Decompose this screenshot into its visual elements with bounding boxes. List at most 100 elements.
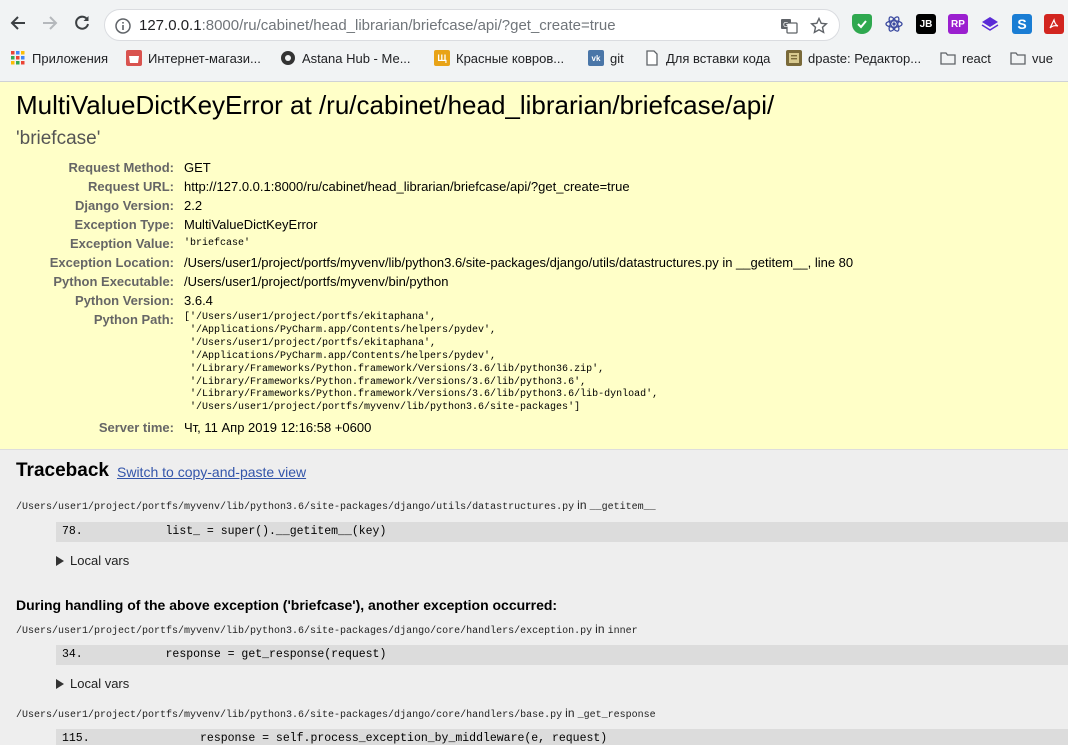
bookmark-label: git bbox=[610, 50, 624, 66]
triangle-right-icon bbox=[56, 678, 64, 689]
browser-toolbar: 127.0.0.1:8000/ru/cabinet/head_librarian… bbox=[0, 0, 1068, 46]
meta-row-exception-value: Exception Value: 'briefcase' bbox=[0, 236, 1068, 255]
frame-in-word: in bbox=[595, 622, 605, 636]
meta-row-exception-type: Exception Type: MultiValueDictKeyError bbox=[0, 217, 1068, 236]
python-path-list: ['/Users/user1/project/portfs/ekitaphana… bbox=[184, 312, 659, 414]
bookmark-dpaste[interactable]: dpaste: Редактор... bbox=[786, 49, 921, 67]
frame-path: /Users/user1/project/portfs/myvenv/lib/p… bbox=[16, 626, 593, 637]
meta-value: /Users/user1/project/portfs/myvenv/bin/p… bbox=[184, 274, 449, 289]
frame-file-path: /Users/user1/project/portfs/myvenv/lib/p… bbox=[16, 706, 656, 721]
meta-value: 2.2 bbox=[184, 198, 203, 213]
meta-row-request-url: Request URL: http://127.0.0.1:8000/ru/ca… bbox=[0, 179, 1068, 198]
meta-key: Exception Type: bbox=[74, 217, 174, 232]
bookmark-label: Для вставки кода bbox=[666, 50, 771, 66]
copy-paste-view-link[interactable]: Switch to copy-and-paste view bbox=[117, 464, 306, 480]
meta-value: 'briefcase' bbox=[184, 238, 251, 249]
bookmark-apps[interactable]: Приложения bbox=[10, 49, 108, 67]
meta-value: GET bbox=[184, 160, 211, 175]
browser-chrome: 127.0.0.1:8000/ru/cabinet/head_librarian… bbox=[0, 0, 1068, 82]
frame-function: _get_response bbox=[577, 710, 656, 721]
jetbrains-extension-icon[interactable]: JB bbox=[916, 14, 936, 34]
bookmark-label: Приложения bbox=[32, 50, 109, 66]
shield-extension-icon[interactable] bbox=[852, 14, 872, 34]
local-vars-label: Local vars bbox=[70, 676, 130, 691]
bookmarks-bar: Приложения Интернет-магази... Astana Hub… bbox=[0, 46, 1068, 70]
page-icon bbox=[644, 50, 660, 66]
meta-key: Exception Value: bbox=[69, 236, 174, 251]
meta-row-python-version: Python Version: 3.6.4 bbox=[0, 293, 1068, 312]
astana-hub-icon bbox=[280, 50, 296, 66]
frame-code-line[interactable]: 78. list_ = super().__getitem__(key) bbox=[56, 522, 1068, 542]
meta-row-request-method: Request Method: GET bbox=[0, 160, 1068, 179]
site-info-icon[interactable] bbox=[113, 16, 133, 36]
exception-value-heading: 'briefcase' bbox=[16, 128, 101, 149]
frame-in-word: in bbox=[577, 498, 587, 512]
bookmark-shop[interactable]: Интернет-магази... bbox=[126, 49, 261, 67]
apps-grid-icon bbox=[10, 50, 26, 66]
frame-file-path: /Users/user1/project/portfs/myvenv/lib/p… bbox=[16, 622, 638, 637]
triangle-right-icon bbox=[56, 555, 64, 566]
address-bar[interactable]: 127.0.0.1:8000/ru/cabinet/head_librarian… bbox=[104, 9, 840, 41]
error-summary: MultiValueDictKeyError at /ru/cabinet/he… bbox=[0, 82, 1068, 450]
meta-row-python-path: Python Path: ['/Users/user1/project/port… bbox=[0, 312, 1068, 420]
translate-icon[interactable]: G bbox=[779, 16, 799, 36]
bookmark-label: Красные ковров... bbox=[456, 50, 565, 66]
meta-key: Request Method: bbox=[68, 160, 174, 175]
meta-row-server-time: Server time: Чт, 11 Апр 2019 12:16:58 +0… bbox=[0, 420, 1068, 439]
dpaste-icon bbox=[786, 50, 802, 66]
error-title: MultiValueDictKeyError at /ru/cabinet/he… bbox=[16, 90, 775, 120]
meta-key: Django Version: bbox=[75, 198, 174, 213]
vk-icon: vk bbox=[588, 50, 604, 66]
meta-key: Python Path: bbox=[93, 312, 174, 327]
bookmark-git[interactable]: vk git bbox=[588, 49, 624, 67]
bookmark-label: dpaste: Редактор... bbox=[808, 50, 922, 66]
back-button[interactable] bbox=[6, 11, 30, 35]
folder-icon bbox=[940, 50, 956, 66]
frame-path: /Users/user1/project/portfs/myvenv/lib/p… bbox=[16, 710, 563, 721]
frame-file-path: /Users/user1/project/portfs/myvenv/lib/p… bbox=[16, 498, 656, 513]
traceback-section: Traceback Switch to copy-and-paste view … bbox=[0, 450, 1068, 745]
reload-button[interactable] bbox=[70, 11, 94, 35]
bookmark-code-paste[interactable]: Для вставки кода bbox=[644, 49, 770, 67]
arrow-right-icon bbox=[43, 16, 58, 30]
url-text: 127.0.0.1:8000/ru/cabinet/head_librarian… bbox=[139, 17, 616, 34]
url-host: 127.0.0.1 bbox=[139, 17, 202, 34]
frame-code-line[interactable]: 34. response = get_response(request) bbox=[56, 645, 1068, 665]
bookmark-react-folder[interactable]: react bbox=[940, 49, 991, 67]
bookmark-star-icon[interactable] bbox=[809, 16, 829, 36]
meta-key: Request URL: bbox=[88, 179, 174, 194]
reload-icon bbox=[75, 15, 89, 30]
meta-key: Python Executable: bbox=[53, 274, 174, 289]
meta-value: /Users/user1/project/portfs/myvenv/lib/p… bbox=[184, 255, 854, 270]
bookmark-label: vue bbox=[1032, 50, 1053, 66]
bookmark-label: Astana Hub - Ме... bbox=[302, 50, 411, 66]
url-path: :8000/ru/cabinet/head_librarian/briefcas… bbox=[201, 17, 616, 34]
frame-in-word: in bbox=[565, 706, 575, 720]
meta-value: 3.6.4 bbox=[184, 293, 213, 308]
bookmark-vue-folder[interactable]: vue bbox=[1010, 49, 1053, 67]
frame-code-line[interactable]: 115. response = self.process_exception_b… bbox=[56, 729, 1068, 745]
local-vars-toggle[interactable]: Local vars bbox=[56, 553, 129, 568]
pdf-extension-icon[interactable] bbox=[1044, 14, 1064, 34]
local-vars-toggle[interactable]: Local vars bbox=[56, 676, 129, 691]
chained-exception-heading: During handling of the above exception (… bbox=[16, 597, 558, 613]
bookmark-astana-hub[interactable]: Astana Hub - Ме... bbox=[280, 49, 411, 67]
traceback-heading: Traceback bbox=[16, 460, 109, 481]
local-vars-label: Local vars bbox=[70, 553, 130, 568]
frame-function: __getitem__ bbox=[589, 502, 656, 513]
bookmark-carpet[interactable]: Щ Красные ковров... bbox=[434, 49, 564, 67]
layers-extension-icon[interactable] bbox=[980, 14, 1000, 34]
svg-text:G: G bbox=[783, 21, 788, 29]
meta-row-python-executable: Python Executable: /Users/user1/project/… bbox=[0, 274, 1068, 293]
meta-value: Чт, 11 Апр 2019 12:16:58 +0600 bbox=[184, 420, 372, 435]
s-extension-icon[interactable]: S bbox=[1012, 14, 1032, 34]
carpet-icon: Щ bbox=[434, 50, 450, 66]
meta-row-django-version: Django Version: 2.2 bbox=[0, 198, 1068, 217]
forward-button[interactable] bbox=[38, 11, 62, 35]
meta-key: Exception Location: bbox=[49, 255, 174, 270]
react-devtools-icon[interactable] bbox=[884, 14, 904, 34]
meta-key: Server time: bbox=[98, 420, 174, 435]
folder-icon bbox=[1010, 50, 1026, 66]
meta-value: http://127.0.0.1:8000/ru/cabinet/head_li… bbox=[184, 179, 630, 194]
rp-extension-icon[interactable]: RP bbox=[948, 14, 968, 34]
